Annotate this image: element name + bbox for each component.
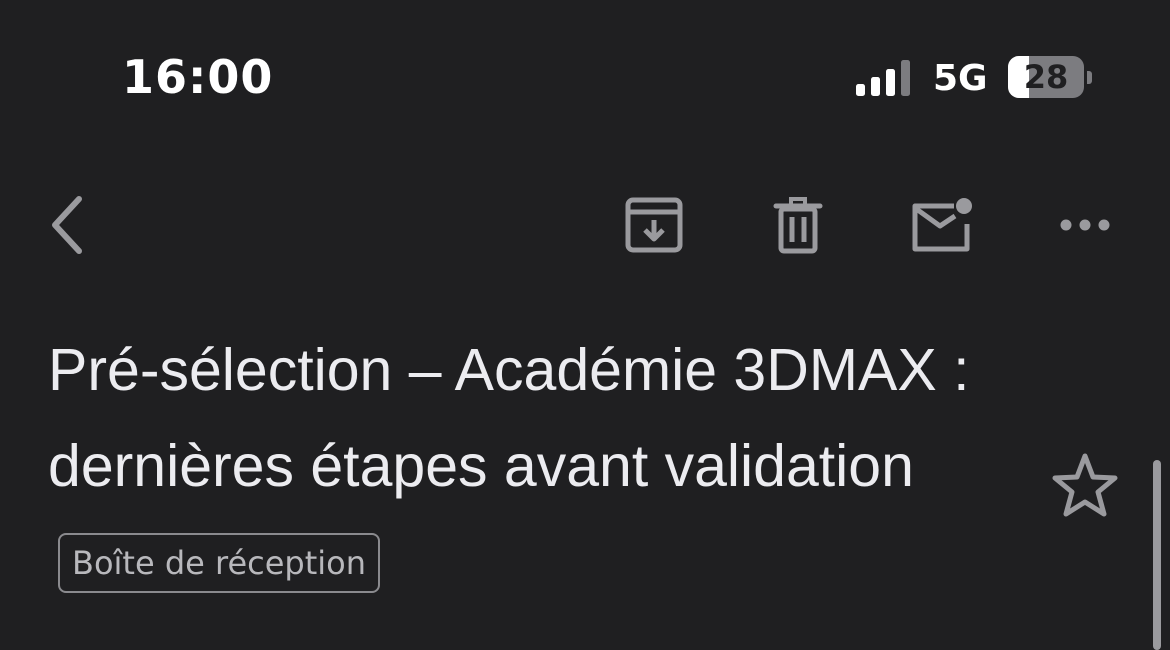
chevron-left-icon [52,196,82,254]
email-subject-text: Pré-sélection – Académie 3DMAX : dernièr… [48,337,970,499]
scrollbar[interactable] [1153,460,1161,650]
more-options-button[interactable] [1040,180,1130,270]
status-bar: 16:00 5G 28 [0,0,1170,150]
network-type: 5G [933,58,988,99]
mark-unread-button[interactable] [897,180,987,270]
inbox-label-badge[interactable]: Boîte de réception [58,533,381,593]
archive-button[interactable] [609,180,699,270]
more-horizontal-icon [1060,219,1110,231]
email-toolbar [0,180,1170,270]
archive-icon [625,197,683,253]
email-subject: Pré-sélection – Académie 3DMAX : dernièr… [48,322,1008,610]
battery-icon: 28 [1008,56,1094,100]
star-outline-icon [1052,453,1118,517]
star-button[interactable] [1050,450,1120,520]
battery-level: 28 [1023,58,1069,96]
clock-time: 16:00 [122,50,274,104]
back-button[interactable] [22,180,112,270]
cellular-signal-icon [856,58,916,98]
mail-unread-icon [912,198,972,252]
trash-icon [773,197,823,254]
delete-button[interactable] [753,180,843,270]
